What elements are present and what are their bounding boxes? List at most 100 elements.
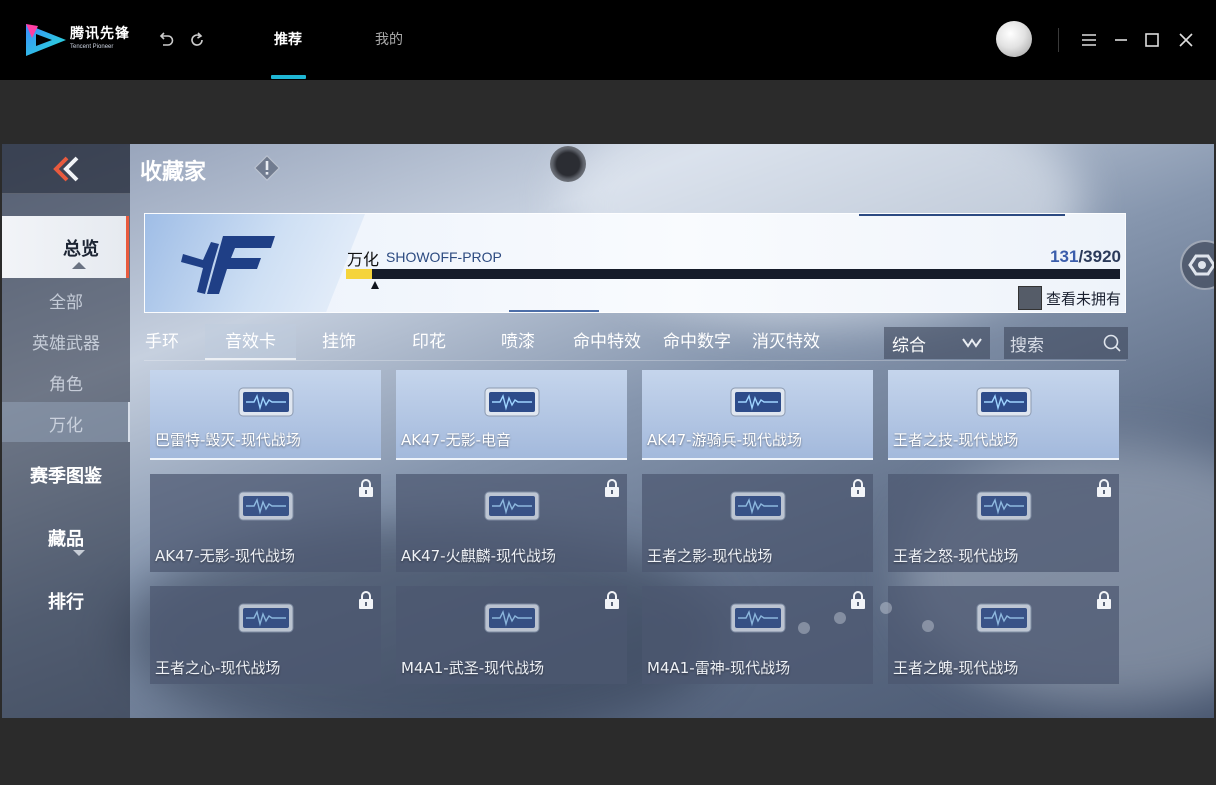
user-avatar[interactable] [996, 21, 1032, 57]
lock-icon [1097, 591, 1111, 609]
refresh-icon[interactable] [185, 28, 209, 52]
show-unowned-toggle[interactable]: 查看未拥有 [1017, 286, 1121, 310]
lock-icon [359, 591, 373, 609]
sound-card-item[interactable]: 王者之怒-现代战场 [888, 474, 1119, 572]
cf-logo-icon [181, 236, 275, 294]
sound-card-item[interactable]: 巴雷特-毁灭-现代战场 [150, 370, 381, 460]
game-sidebar: 总览 全部 英雄武器 角色 万化 赛季图鉴 藏品 排行 [2, 144, 130, 718]
info-button[interactable] [254, 155, 280, 181]
sound-card-icon [484, 603, 540, 633]
sound-card-label: 王者之影-现代战场 [647, 547, 773, 565]
logo-cn-text: 腾讯先锋 [70, 26, 130, 42]
decorative-hex [834, 612, 846, 624]
tencent-pioneer-logo[interactable] [24, 22, 68, 58]
caret-up-icon [72, 262, 86, 269]
decorative-hex [922, 620, 934, 632]
game-viewport: 总览 全部 英雄武器 角色 万化 赛季图鉴 藏品 排行 收藏家 万化 SHOWO… [2, 144, 1214, 718]
sort-value: 综合 [892, 335, 926, 356]
category-code: SHOWOFF-PROP [386, 249, 502, 265]
sound-card-label: M4A1-雷神-现代战场 [647, 659, 791, 677]
chevron-down-icon [962, 338, 982, 348]
sound-card-label: AK47-无影-电音 [401, 431, 512, 449]
sound-card-label: 王者之魄-现代战场 [893, 659, 1019, 677]
sidebar-item-ranking[interactable]: 排行 [2, 588, 130, 614]
show-unowned-label: 查看未拥有 [1045, 289, 1121, 308]
sound-card-label: 王者之心-现代战场 [155, 659, 281, 677]
sidebar-item-overview[interactable]: 总览 [2, 216, 129, 278]
sound-card-icon [238, 603, 294, 633]
logo-en-text: Tencent Pioneer [70, 44, 114, 50]
sidebar-item-label: 总览 [63, 239, 99, 260]
sound-card-item[interactable]: M4A1-武圣-现代战场 [396, 586, 627, 684]
sound-card-label: AK47-火麒麟-现代战场 [401, 547, 557, 565]
launcher-topbar: 腾讯先锋 Tencent Pioneer 推荐 我的 [0, 0, 1216, 80]
floating-camera-button[interactable] [550, 146, 586, 182]
banner-accent-line [859, 214, 1065, 216]
sound-card-icon [238, 387, 294, 417]
sidebar-sub-characters[interactable]: 角色 [2, 370, 130, 395]
sound-card-item[interactable]: M4A1-雷神-现代战场 [642, 586, 873, 684]
lock-icon [605, 591, 619, 609]
sidebar-item-collection[interactable]: 藏品 [2, 525, 130, 551]
menu-icon[interactable] [1077, 28, 1101, 52]
search-icon [1103, 334, 1121, 352]
sound-card-item[interactable]: AK47-无影-电音 [396, 370, 627, 460]
sound-card-item[interactable]: 王者之魄-现代战场 [888, 586, 1119, 684]
sound-card-item[interactable]: 王者之心-现代战场 [150, 586, 381, 684]
sound-card-icon [484, 491, 540, 521]
close-icon[interactable] [1174, 28, 1198, 52]
sound-card-label: AK47-游骑兵-现代战场 [647, 431, 803, 449]
tab-kill-effect[interactable]: 消灭特效 [752, 324, 820, 360]
sound-card-icon [976, 491, 1032, 521]
lock-icon [1097, 479, 1111, 497]
game-back-button[interactable] [2, 144, 130, 194]
minimize-icon[interactable] [1109, 28, 1133, 52]
sound-card-label: M4A1-武圣-现代战场 [401, 659, 545, 677]
progress-marker-icon [371, 281, 379, 289]
settings-gear-icon[interactable] [1180, 240, 1214, 290]
sound-card-label: AK47-无影-现代战场 [155, 547, 296, 565]
tab-recommend[interactable]: 推荐 [274, 31, 302, 49]
banner-accent-line [509, 310, 599, 312]
page-title: 收藏家 [140, 160, 207, 185]
progress-fill [346, 269, 372, 279]
sound-card-item[interactable]: 王者之技-现代战场 [888, 370, 1119, 460]
sound-card-item[interactable]: AK47-无影-现代战场 [150, 474, 381, 572]
double-chevron-left-icon [53, 156, 79, 181]
maximize-icon[interactable] [1140, 28, 1164, 52]
tab-hit-effect[interactable]: 命中特效 [573, 324, 641, 360]
sidebar-sub-all[interactable]: 全部 [2, 288, 130, 313]
sort-dropdown[interactable]: 综合 [884, 327, 990, 359]
sound-card-item[interactable]: AK47-游骑兵-现代战场 [642, 370, 873, 460]
sound-card-item[interactable]: AK47-火麒麟-现代战场 [396, 474, 627, 572]
exclamation-icon [254, 155, 280, 181]
tab-mine[interactable]: 我的 [375, 31, 403, 49]
tab-spray[interactable]: 喷漆 [501, 324, 535, 360]
lock-icon [851, 591, 865, 609]
tab-sound-card[interactable]: 音效卡 [205, 324, 296, 360]
tab-bracelet[interactable]: 手环 [145, 324, 179, 360]
tab-hit-number[interactable]: 命中数字 [663, 324, 731, 360]
checkbox[interactable] [1017, 286, 1042, 310]
sidebar-sub-wanhua[interactable]: 万化 [2, 411, 130, 436]
search-input[interactable]: 搜索 [1004, 327, 1128, 359]
sound-card-item[interactable]: 王者之影-现代战场 [642, 474, 873, 572]
lock-icon [359, 479, 373, 497]
caret-down-icon [73, 550, 85, 556]
sound-card-icon [976, 603, 1032, 633]
sound-card-icon [730, 491, 786, 521]
decorative-hex [798, 622, 810, 634]
sound-card-icon [976, 387, 1032, 417]
divider [1058, 28, 1059, 52]
back-icon[interactable] [154, 28, 178, 52]
sidebar-item-season-atlas[interactable]: 赛季图鉴 [2, 462, 130, 488]
tab-pendant[interactable]: 挂饰 [322, 324, 356, 360]
collection-progress-bar [346, 269, 1120, 279]
sound-card-label: 王者之技-现代战场 [893, 431, 1019, 449]
sound-card-icon [730, 387, 786, 417]
total-count: /3920 [1078, 247, 1121, 266]
sidebar-sub-hero-weapons[interactable]: 英雄武器 [2, 329, 130, 354]
sound-card-label: 巴雷特-毁灭-现代战场 [155, 431, 301, 449]
tab-stamp[interactable]: 印花 [412, 324, 446, 360]
owned-count: 131 [1050, 247, 1079, 266]
